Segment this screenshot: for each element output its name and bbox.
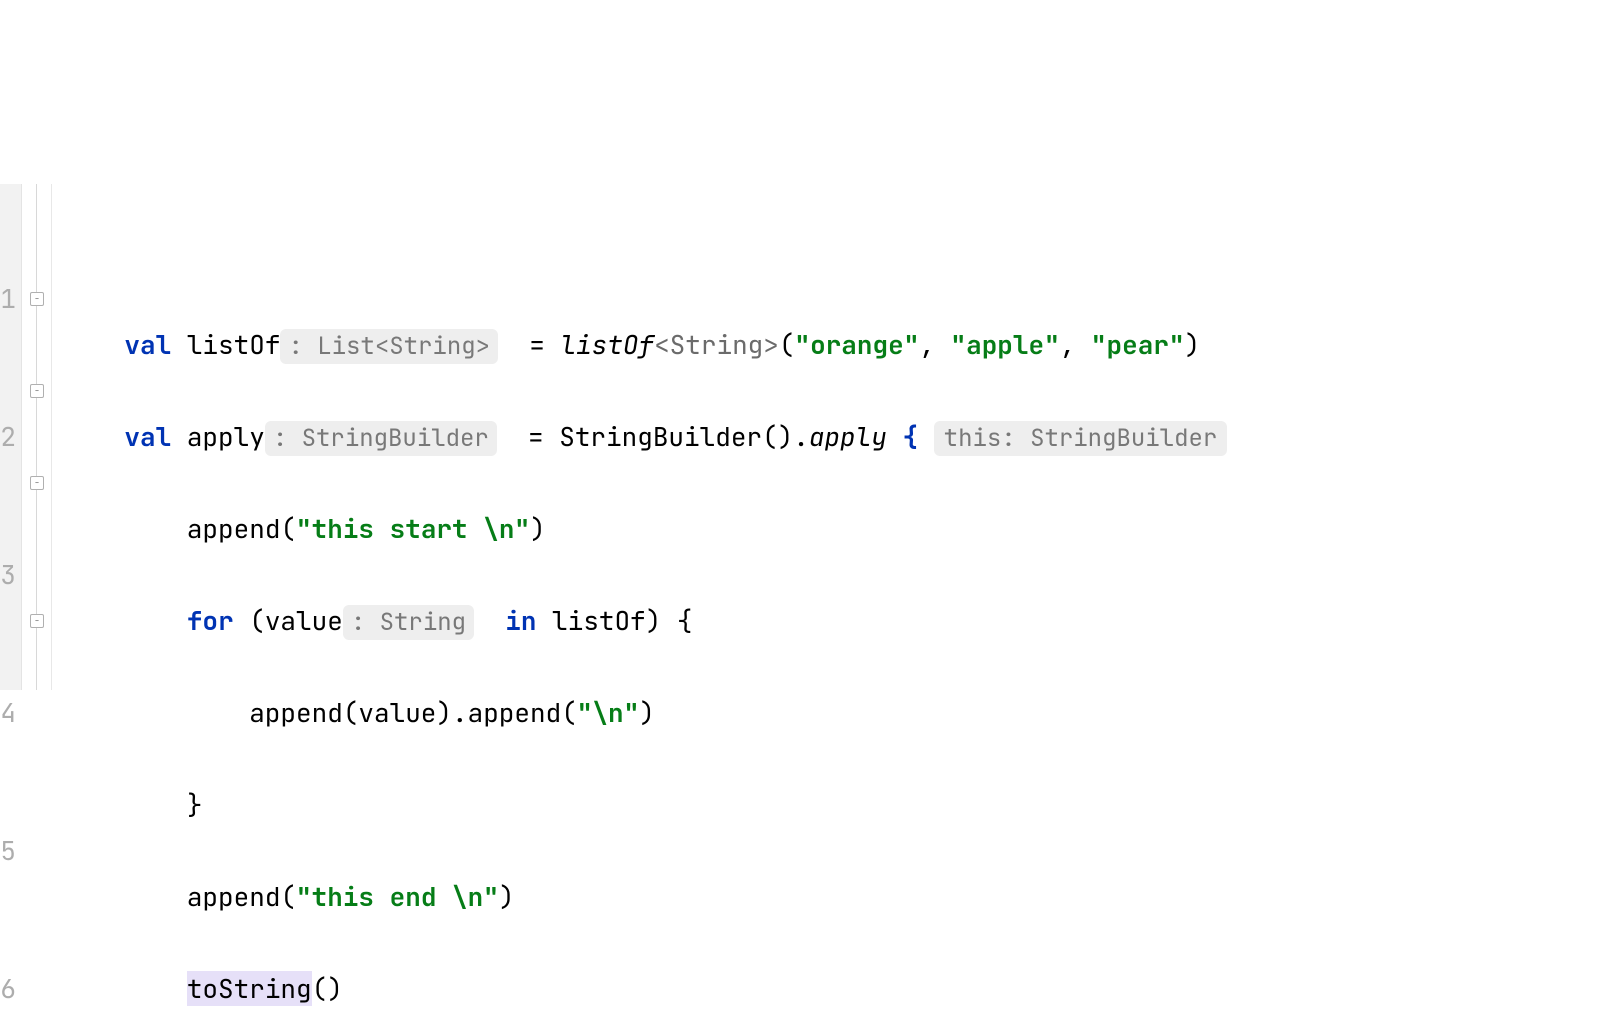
fold-toggle-icon[interactable]: − [30,476,44,490]
keyword-for: for [187,603,234,638]
code-line[interactable]: for (value: String in listOf) { [62,598,1612,644]
line-number-gutter: 1 2 3 4 5 6 7 8 9 0 1 [0,184,22,690]
code-line[interactable]: } [62,782,1612,828]
brace-close: } [187,787,203,822]
identifier: listOf [187,327,281,362]
code-line[interactable]: val apply: StringBuilder = StringBuilder… [62,414,1612,460]
code-area[interactable]: val listOf: List<String> = listOf<String… [52,184,1612,690]
keyword-val: val [124,327,171,362]
fold-gutter: − − − − [22,184,52,690]
keyword-val: val [124,419,171,454]
apply-call: apply [809,419,887,454]
string-literal: "this end \n" [296,879,499,914]
line-number: 2 [0,414,16,460]
line-number: 3 [0,552,16,598]
code-line[interactable]: toString() [62,966,1612,1012]
keyword-in: in [474,603,536,638]
code-line[interactable]: val listOf: List<String> = listOf<String… [62,322,1612,368]
line-number: 5 [0,828,16,874]
code-line[interactable]: append("this end \n") [62,874,1612,920]
string-literal: "apple" [951,327,1060,362]
string-literal: "\n" [577,695,639,730]
code-editor[interactable]: 1 2 3 4 5 6 7 8 9 0 1 − − − − val listOf… [0,184,1612,690]
type-hint: : List<String> [280,329,498,364]
code-line[interactable]: append("this start \n") [62,506,1612,552]
fold-toggle-icon[interactable]: − [30,384,44,398]
call-append: append( [187,511,296,546]
identifier: apply [171,419,265,454]
fold-toggle-icon[interactable]: − [30,614,44,628]
code-line[interactable]: append(value).append("\n") [62,690,1612,736]
fold-toggle-icon[interactable]: − [30,292,44,306]
string-literal: "orange" [794,327,919,362]
code-line[interactable] [62,230,1612,276]
type-hint: : StringBuilder [265,421,497,456]
function-call: listOf [560,327,654,362]
type-hint: : String [343,605,474,640]
usage-highlight: toString [187,971,312,1006]
string-literal: "pear" [1091,327,1185,362]
call-append: append( [187,879,296,914]
line-number: 6 [0,966,16,1012]
call-append: append(value).append( [249,695,577,730]
line-number: 1 [0,276,16,322]
string-literal: "this start \n" [296,511,530,546]
line-number: 4 [0,690,16,736]
receiver-hint: this: StringBuilder [934,421,1228,456]
